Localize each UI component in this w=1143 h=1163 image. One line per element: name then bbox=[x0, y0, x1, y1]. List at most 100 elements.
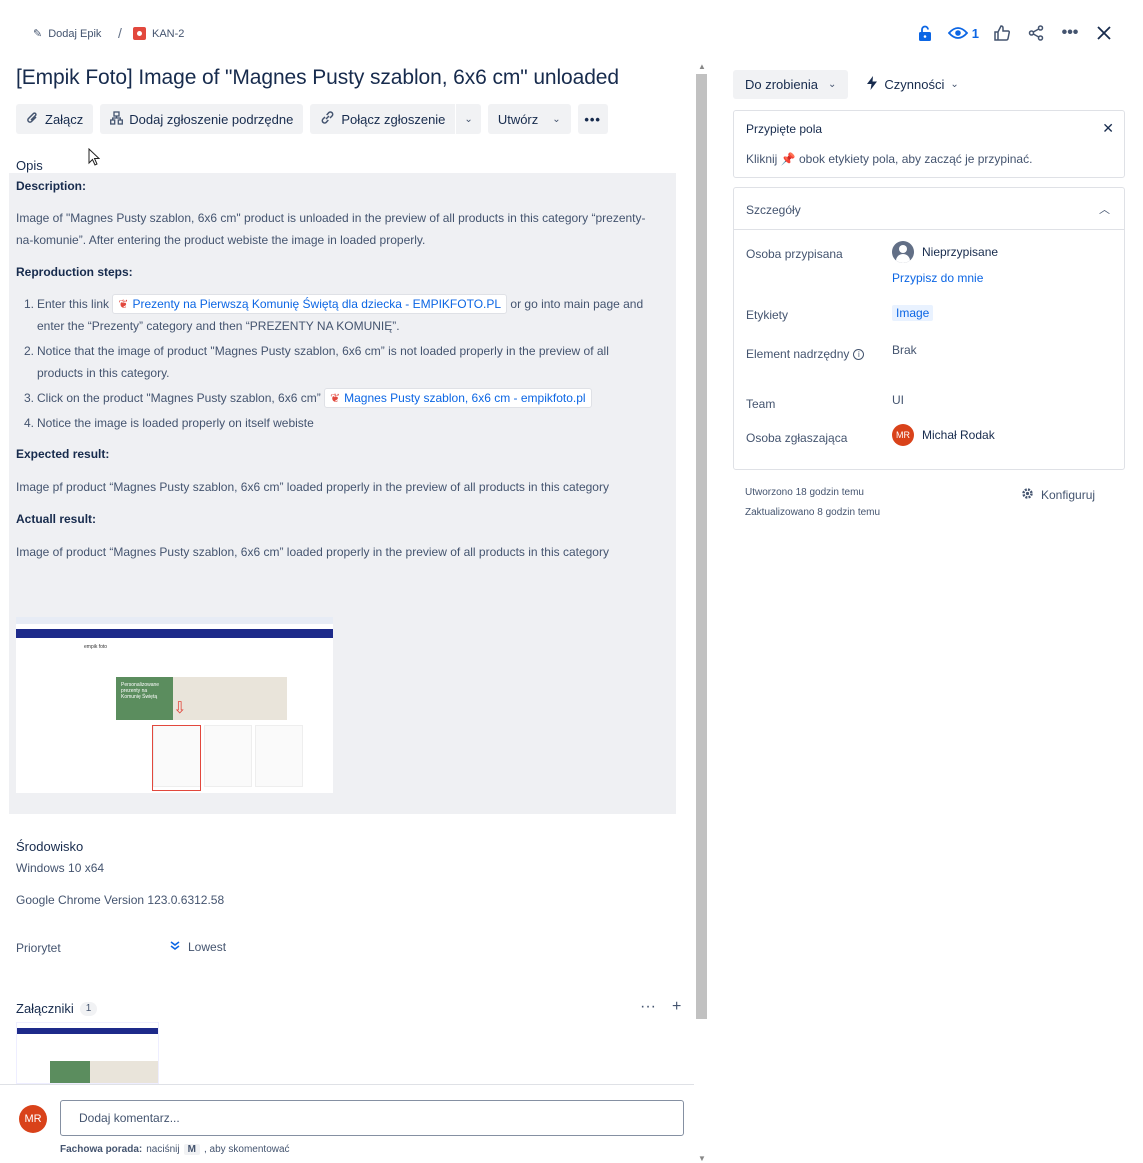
bolt-icon bbox=[866, 76, 878, 93]
details-panel: Szczegóły ︿ Osoba przypisana Nieprzypisa… bbox=[733, 187, 1125, 470]
configure-button[interactable]: Konfiguruj bbox=[1021, 487, 1095, 503]
details-title: Szczegóły bbox=[746, 203, 801, 217]
create-button[interactable]: Utwórz ⌄ bbox=[487, 104, 571, 134]
top-bar: ✎ Dodaj Epik / KAN-2 1 ••• bbox=[0, 0, 1143, 66]
chevron-down-icon: ⌄ bbox=[828, 79, 837, 90]
scroll-down-icon[interactable]: ▼ bbox=[698, 1154, 706, 1163]
status-label: Do zrobienia bbox=[745, 77, 818, 92]
assign-to-me-link[interactable]: Przypisz do mnie bbox=[892, 271, 983, 285]
hierarchy-icon bbox=[110, 110, 124, 128]
issue-main-panel: [Empik Foto] Image of "Magnes Pusty szab… bbox=[0, 60, 694, 1163]
priority-lowest-icon bbox=[170, 940, 180, 954]
updated-timestamp: Zaktualizowano 8 godzin temu bbox=[745, 507, 881, 518]
attachments-actions: ··· + bbox=[640, 998, 681, 1016]
team-value[interactable]: UI bbox=[892, 393, 904, 407]
scroll-up-icon[interactable]: ▲ bbox=[698, 62, 706, 71]
chevron-down-icon: ⌄ bbox=[552, 113, 561, 125]
environment-heading: Środowisko bbox=[16, 839, 84, 854]
close-icon[interactable]: ✕ bbox=[1102, 120, 1114, 137]
attachments-heading: Załączniki 1 bbox=[16, 1001, 98, 1016]
status-dropdown[interactable]: Do zrobienia ⌄ bbox=[733, 70, 849, 99]
create-label: Utwórz bbox=[497, 111, 539, 127]
add-child-issue-button[interactable]: Dodaj zgłoszenie podrzędne bbox=[100, 104, 304, 134]
assignee-value: Nieprzypisane bbox=[922, 245, 999, 259]
pencil-icon: ✎ bbox=[33, 28, 43, 40]
actual-text: Image of product “Magnes Pusty szablon, … bbox=[16, 545, 609, 559]
more-icon[interactable]: ••• bbox=[1059, 22, 1081, 44]
issue-toolbar: Załącz Dodaj zgłoszenie podrzędne Połącz… bbox=[16, 104, 608, 134]
list-item: 2. Notice that the image of product "Mag… bbox=[24, 344, 609, 380]
description-field[interactable]: Description: Image of "Magnes Pusty szab… bbox=[9, 173, 676, 814]
parent-label: Element nadrzędny i bbox=[746, 347, 865, 361]
actions-label: Czynności bbox=[884, 77, 945, 92]
attachment-thumbnail[interactable] bbox=[16, 1022, 159, 1084]
scrollbar[interactable]: ▲ ▼ bbox=[694, 60, 710, 1163]
details-header[interactable]: Szczegóły ︿ bbox=[734, 188, 1124, 230]
add-child-label: Dodaj zgłoszenie podrzędne bbox=[129, 111, 294, 127]
smart-link-magnes[interactable]: ❦ Magnes Pusty szablon, 6x6 cm - empikfot… bbox=[324, 388, 592, 408]
scrollbar-thumb[interactable] bbox=[696, 74, 707, 1019]
link-icon bbox=[320, 110, 335, 128]
created-timestamp: Utworzono 18 godzin temu bbox=[745, 487, 864, 498]
watch-button[interactable]: 1 bbox=[947, 22, 979, 44]
close-icon[interactable] bbox=[1093, 22, 1115, 44]
list-item: 3. Click on the product "Magnes Pusty sz… bbox=[16, 387, 656, 409]
gear-icon bbox=[1021, 487, 1034, 503]
assignee-field[interactable]: Nieprzypisane bbox=[892, 241, 998, 263]
attach-button[interactable]: Załącz bbox=[16, 104, 94, 134]
priority-label: Priorytet bbox=[16, 941, 61, 955]
repro-heading: Reproduction steps: bbox=[16, 265, 133, 279]
pin-icon: 📌 bbox=[780, 152, 796, 166]
pinned-fields-hint: Kliknij 📌 obok etykiety pola, aby zacząć… bbox=[746, 152, 1033, 166]
parent-value[interactable]: Brak bbox=[892, 343, 917, 357]
plus-icon[interactable]: + bbox=[672, 998, 681, 1016]
description-heading: Opis bbox=[16, 158, 43, 173]
actual-heading: Actuall result: bbox=[16, 512, 97, 526]
avatar: MR bbox=[19, 1105, 47, 1133]
labels-label: Etykiety bbox=[746, 308, 789, 322]
list-item: 4. Notice the image is loaded properly o… bbox=[24, 416, 314, 430]
info-icon[interactable]: i bbox=[853, 348, 865, 360]
screenshot-image[interactable]: empik foto Personalizowane prezenty na K… bbox=[16, 617, 333, 793]
empikfoto-icon: ❦ bbox=[330, 391, 341, 405]
breadcrumb-add-epic[interactable]: ✎ Dodaj Epik bbox=[33, 27, 102, 41]
list-item: 1. Enter this link ❦ Prezenty na Pierwszą… bbox=[16, 293, 656, 337]
lock-open-icon[interactable] bbox=[914, 22, 936, 44]
attachments-count: 1 bbox=[79, 1001, 98, 1016]
labels-field[interactable]: Image bbox=[892, 305, 934, 321]
share-icon[interactable] bbox=[1025, 22, 1047, 44]
label-tag[interactable]: Image bbox=[892, 305, 934, 321]
more-actions-button[interactable]: ••• bbox=[577, 104, 608, 134]
eye-icon bbox=[947, 27, 968, 39]
link-issue-label: Połącz zgłoszenie bbox=[341, 111, 446, 127]
expected-text: Image pf product “Magnes Pusty szablon, … bbox=[16, 480, 609, 494]
thumbs-up-icon[interactable] bbox=[991, 22, 1013, 44]
comment-composer: MR Dodaj komentarz... Fachowa porada: na… bbox=[0, 1084, 694, 1163]
reporter-field[interactable]: MR Michał Rodak bbox=[892, 424, 995, 446]
mouse-cursor-icon bbox=[88, 147, 101, 171]
actions-dropdown[interactable]: Czynności ⌄ bbox=[858, 70, 966, 99]
chevron-up-icon: ︿ bbox=[1099, 204, 1110, 216]
environment-browser[interactable]: Google Chrome Version 123.0.6312.58 bbox=[16, 893, 224, 907]
description-title: Description: bbox=[16, 179, 87, 193]
issue-title[interactable]: [Empik Foto] Image of "Magnes Pusty szab… bbox=[16, 66, 619, 90]
paperclip-icon bbox=[26, 111, 39, 128]
description-paragraph: Image of "Magnes Pusty szablon, 6x6 cm" … bbox=[16, 211, 646, 247]
issue-key-label: KAN-2 bbox=[152, 27, 185, 40]
link-issue-split: Połącz zgłoszenie ⌄ bbox=[310, 104, 481, 134]
breadcrumb-issue-key[interactable]: KAN-2 bbox=[133, 27, 184, 40]
breadcrumb-separator: / bbox=[118, 25, 122, 41]
chevron-down-icon: ⌄ bbox=[950, 79, 959, 90]
link-issue-dropdown[interactable]: ⌄ bbox=[456, 104, 481, 134]
breadcrumb-epic-label: Dodaj Epik bbox=[48, 27, 102, 40]
comment-input[interactable]: Dodaj komentarz... bbox=[60, 1100, 684, 1136]
reporter-value: Michał Rodak bbox=[922, 428, 995, 442]
avatar: MR bbox=[892, 424, 914, 446]
link-issue-button[interactable]: Połącz zgłoszenie bbox=[310, 104, 456, 134]
priority-field[interactable]: Lowest bbox=[170, 940, 226, 954]
more-icon[interactable]: ··· bbox=[640, 998, 656, 1016]
smart-link-empikfoto-komunia[interactable]: ❦ Prezenty na Pierwszą Komunię Świętą dla… bbox=[112, 294, 508, 314]
environment-os[interactable]: Windows 10 x64 bbox=[16, 861, 104, 875]
pinned-fields-panel: Przypięte pola ✕ Kliknij 📌 obok etykiety… bbox=[733, 110, 1125, 178]
assignee-label: Osoba przypisana bbox=[746, 247, 843, 261]
